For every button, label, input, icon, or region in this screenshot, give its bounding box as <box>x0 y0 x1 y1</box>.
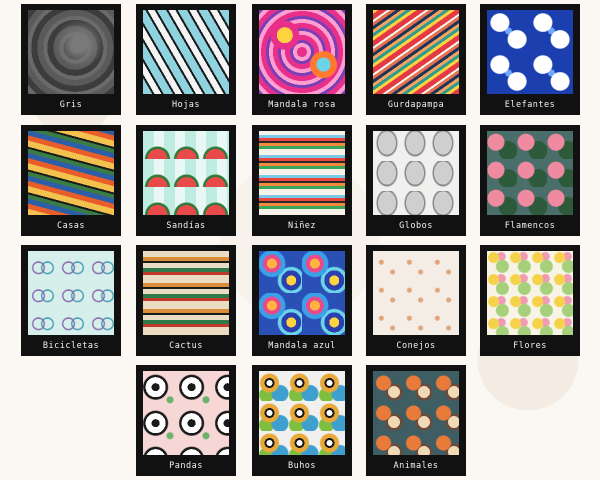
fabric-label: Mandala azul <box>268 341 336 351</box>
fabric-label: Hojas <box>171 100 201 110</box>
fabric-label: Animales <box>393 461 439 471</box>
fabric-card-cactus[interactable]: Cactus <box>136 245 236 356</box>
owls-fabric-swatch <box>259 371 345 455</box>
fabric-label: Flores <box>513 341 547 351</box>
fabric-card-globos[interactable]: Globos <box>366 125 466 236</box>
fabric-card-gurdapampa[interactable]: Gurdapampa <box>366 4 466 115</box>
animals-fabric-swatch <box>373 371 459 455</box>
fabric-card-buhos[interactable]: Buhos <box>252 365 352 476</box>
fabric-label: Niñez <box>287 221 317 231</box>
fabric-label: Elefantes <box>504 100 556 110</box>
fabric-label: Gurdapampa <box>387 100 445 110</box>
fabric-card-bicicletas[interactable]: Bicicletas <box>21 245 121 356</box>
fabric-label: Pandas <box>169 461 203 471</box>
fabric-label: Conejos <box>396 341 436 351</box>
fabric-card-pandas[interactable]: Pandas <box>136 365 236 476</box>
fabric-label: Sandías <box>166 221 206 231</box>
fabric-label: Globos <box>399 221 433 231</box>
pink-mandala-fabric-swatch <box>259 10 345 94</box>
gray-fabric-swatch <box>28 10 114 94</box>
fabric-card-animales[interactable]: Animales <box>366 365 466 476</box>
cactus-fabric-swatch <box>143 251 229 335</box>
fabric-card-elefantes[interactable]: Elefantes <box>480 4 580 115</box>
houses-fabric-swatch <box>28 131 114 215</box>
childhood-fabric-swatch <box>259 131 345 215</box>
balloons-fabric-swatch <box>373 131 459 215</box>
fabric-label: Bicicletas <box>42 341 100 351</box>
elephants-fabric-swatch <box>487 10 573 94</box>
pandas-fabric-swatch <box>143 371 229 455</box>
blue-mandala-fabric-swatch <box>259 251 345 335</box>
flamingos-fabric-swatch <box>487 131 573 215</box>
fabric-label: Casas <box>56 221 86 231</box>
striped-fabric-swatch <box>373 10 459 94</box>
fabric-card-sandias[interactable]: Sandías <box>136 125 236 236</box>
fabric-card-hojas[interactable]: Hojas <box>136 4 236 115</box>
rabbits-fabric-swatch <box>373 251 459 335</box>
fabric-label: Mandala rosa <box>268 100 336 110</box>
fabric-card-flamencos[interactable]: Flamencos <box>480 125 580 236</box>
fabric-card-casas[interactable]: Casas <box>21 125 121 236</box>
fabric-card-flores[interactable]: Flores <box>480 245 580 356</box>
fabric-card-gris[interactable]: Gris <box>21 4 121 115</box>
leaves-fabric-swatch <box>143 10 229 94</box>
fabric-card-mandala-azul[interactable]: Mandala azul <box>252 245 352 356</box>
fabric-label: Buhos <box>287 461 317 471</box>
fabric-card-ninez[interactable]: Niñez <box>252 125 352 236</box>
fabric-label: Flamencos <box>504 221 556 231</box>
fabric-label: Cactus <box>169 341 203 351</box>
fabric-card-conejos[interactable]: Conejos <box>366 245 466 356</box>
bicycles-fabric-swatch <box>28 251 114 335</box>
fabric-card-mandala-rosa[interactable]: Mandala rosa <box>252 4 352 115</box>
flowers-fabric-swatch <box>487 251 573 335</box>
fabric-label: Gris <box>59 100 83 110</box>
watermelon-fabric-swatch <box>143 131 229 215</box>
